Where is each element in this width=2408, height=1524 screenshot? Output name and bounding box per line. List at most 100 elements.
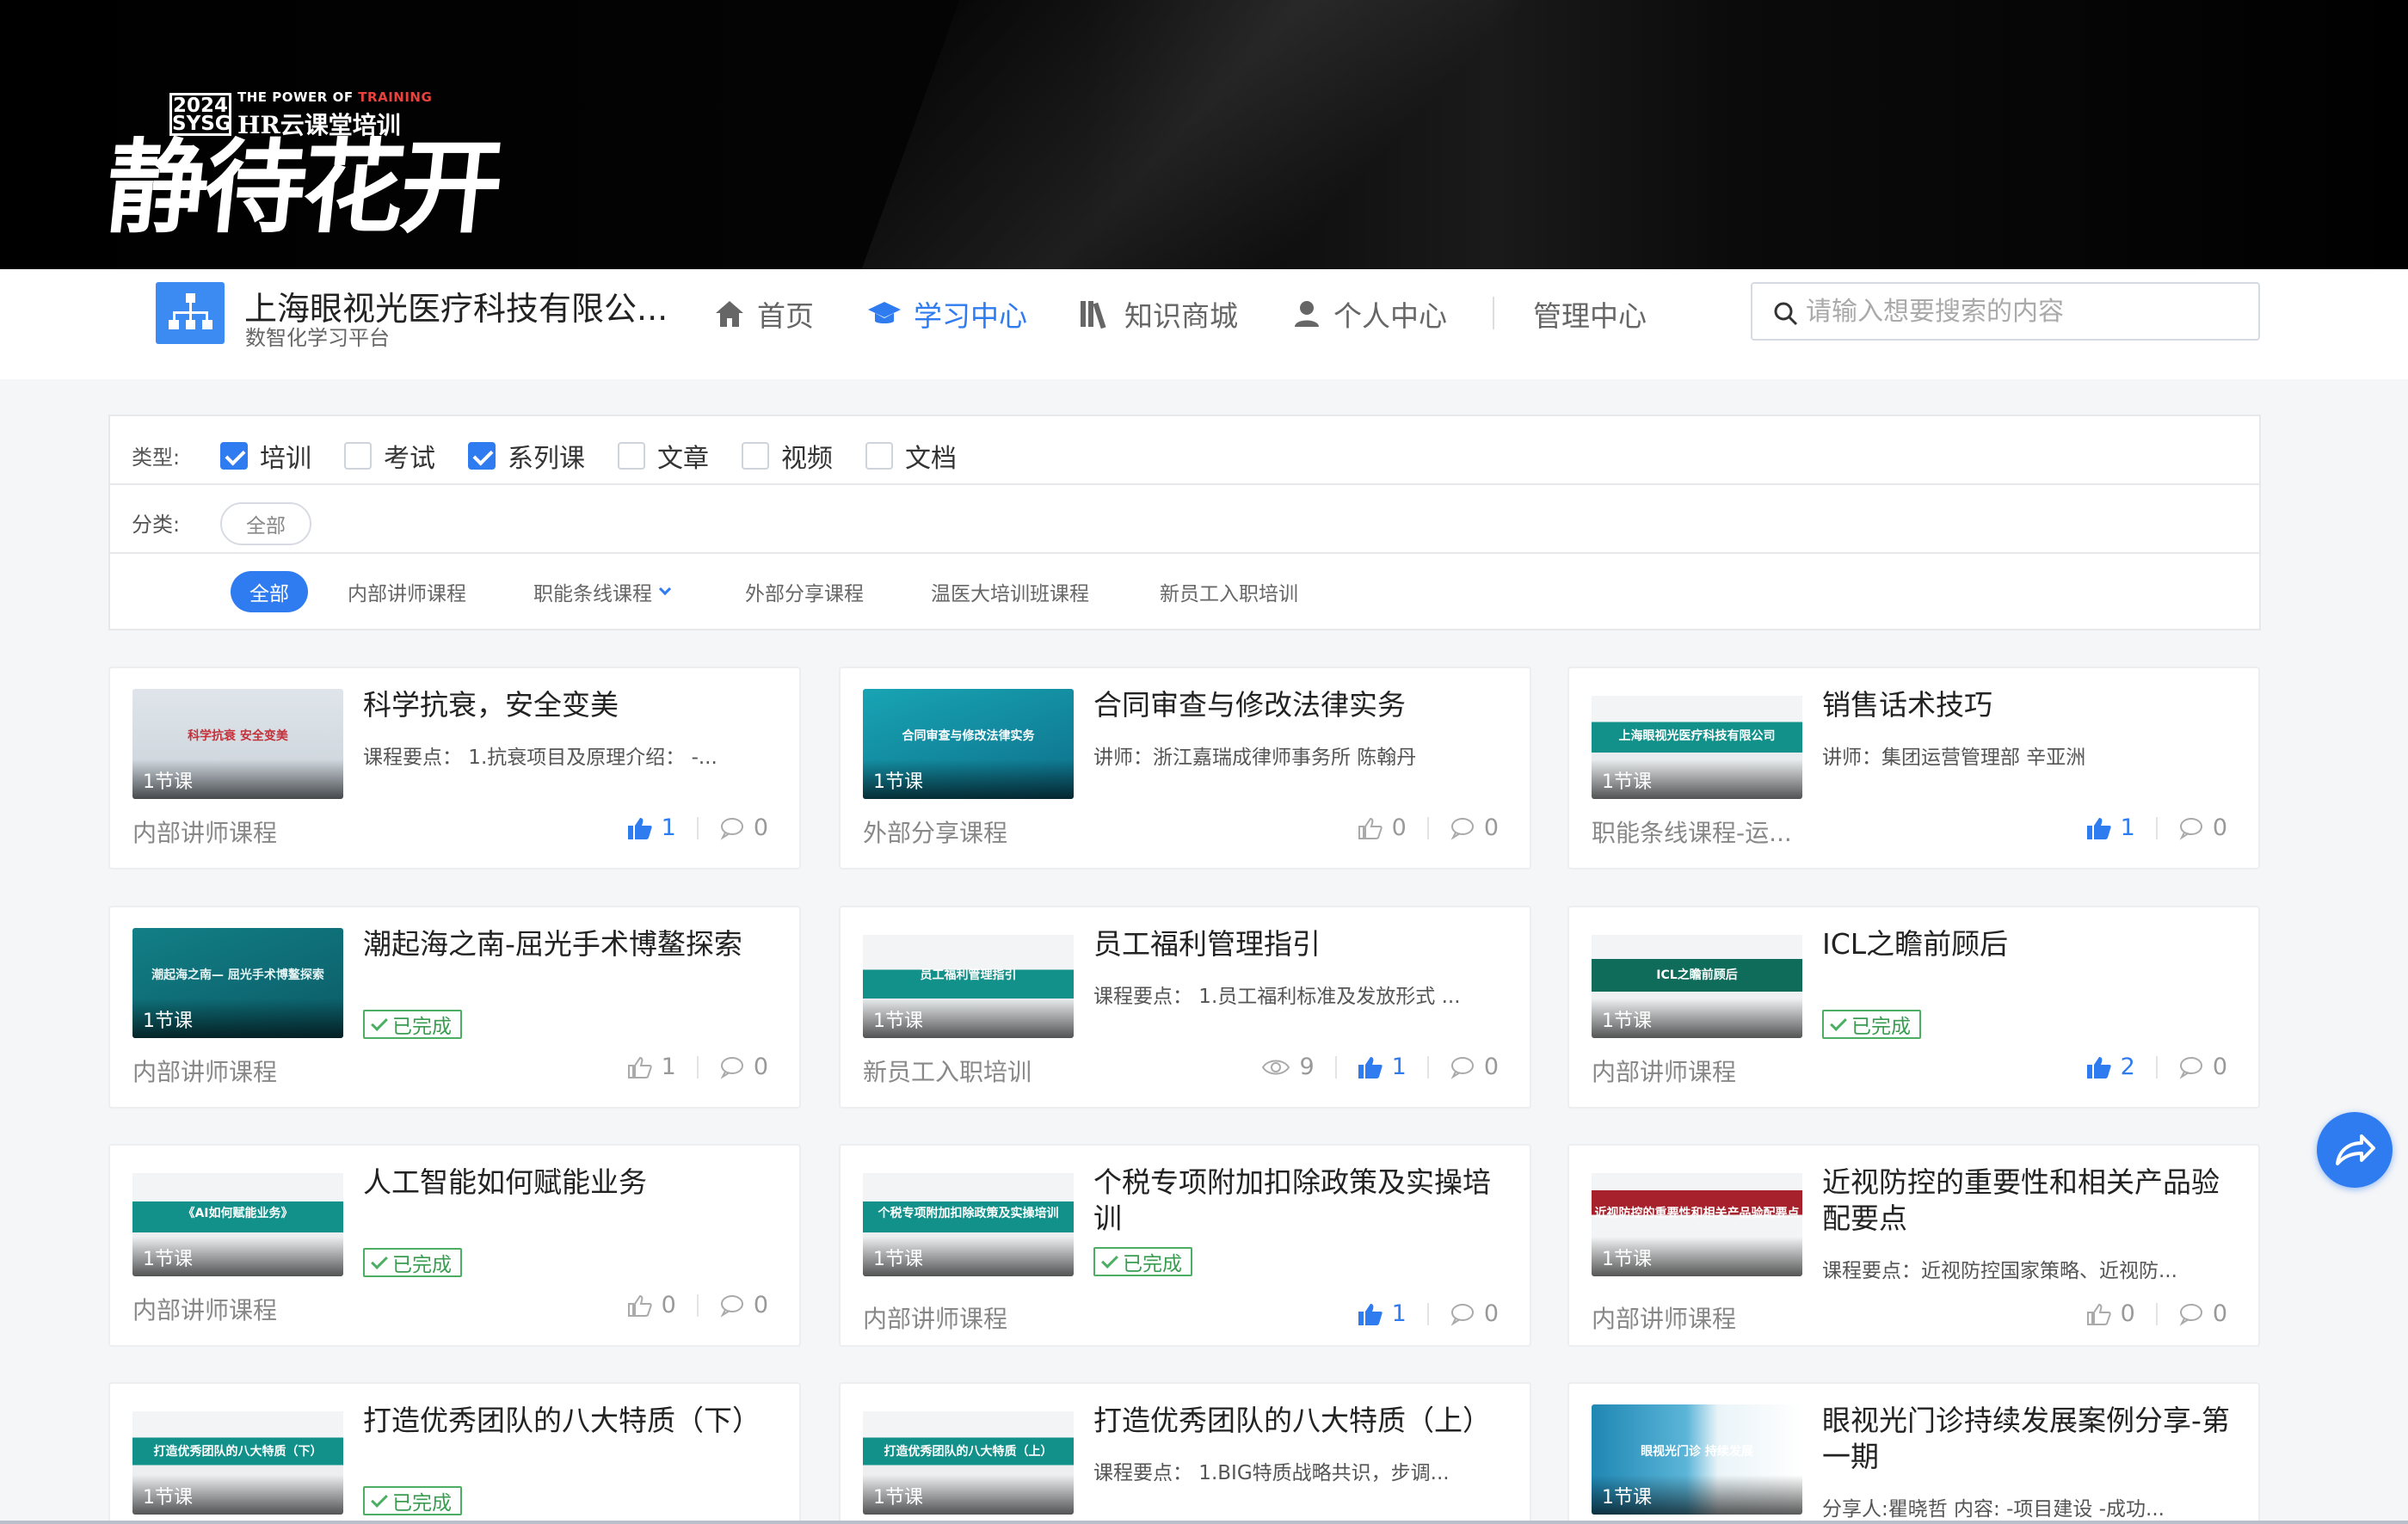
course-title[interactable]: 销售话术技巧 [1822,687,2235,723]
course-title[interactable]: 眼视光门诊持续发展案例分享-第一期 [1822,1403,2235,1475]
course-title[interactable]: 打造优秀团队的八大特质（下） [363,1403,776,1439]
comment-icon[interactable] [2178,816,2204,840]
comment-icon[interactable] [719,1294,745,1318]
thumbs-up-icon[interactable] [627,1055,653,1079]
comment-count[interactable]: 0 [1450,1054,1499,1080]
course-card[interactable]: ICL之瞻前顾后 1节课 ICL之瞻前顾后 已完成 内部讲师课程 2 0 [1567,906,2260,1109]
checkbox-unchecked[interactable] [742,442,769,470]
nav-personal-center[interactable]: 个人中心 [1292,292,1447,335]
like-count[interactable]: 1 [1358,1300,1407,1327]
comment-count[interactable]: 0 [719,814,768,841]
type-checkbox-training[interactable]: 培训 [220,437,311,475]
like-count[interactable]: 0 [1358,814,1407,841]
checkbox-unchecked[interactable] [344,442,372,470]
like-count[interactable]: 0 [627,1292,676,1318]
course-title[interactable]: 合同审查与修改法律实务 [1093,687,1506,723]
thumbs-up-icon[interactable] [1358,1055,1383,1079]
thumbs-up-icon[interactable] [1358,1302,1383,1326]
course-card[interactable]: 潮起海之南— 屈光手术博鳌探索 1节课 潮起海之南-屈光手术博鳌探索 已完成 内部讲师课… [108,906,801,1109]
course-thumbnail[interactable]: 眼视光门诊 持续发展 1节课 [1592,1404,1802,1515]
course-card[interactable]: 个税专项附加扣除政策及实操培训 1节课 个税专项附加扣除政策及实操培训 已完成 内部讲师… [839,1144,1531,1347]
comment-count[interactable]: 0 [2178,814,2227,841]
comment-icon[interactable] [719,816,745,840]
course-thumbnail[interactable]: 员工福利管理指引 1节课 [863,928,1074,1038]
comment-count[interactable]: 0 [2178,1054,2227,1080]
comment-icon[interactable] [1450,816,1475,840]
course-card[interactable]: 员工福利管理指引 1节课 员工福利管理指引 课程要点： 1.员工福利标准及发放形式 .… [839,906,1531,1109]
course-thumbnail[interactable]: 科学抗衰 安全变美 1节课 [132,689,343,799]
comment-count[interactable]: 0 [2178,1300,2227,1327]
nav-learning-center[interactable]: 学习中心 [867,292,1027,335]
comment-count[interactable]: 0 [719,1292,768,1318]
chevron-down-icon[interactable] [658,582,672,596]
subcategory-functional[interactable]: 职能条线课程 [533,571,672,612]
category-all-pill[interactable]: 全部 [220,502,311,545]
thumbs-up-icon[interactable] [627,1294,653,1318]
course-thumbnail[interactable]: 《AI如何赋能业务》 1节课 [132,1166,343,1276]
checkbox-unchecked[interactable] [618,442,645,470]
course-card[interactable]: 科学抗衰 安全变美 1节课 科学抗衰，安全变美 课程要点： 1.抗衰项目及原理介绍： … [108,667,801,870]
type-checkbox-video[interactable]: 视频 [742,437,833,475]
course-thumbnail[interactable]: 打造优秀团队的八大特质（下） 1节课 [132,1404,343,1515]
subcategory-wmu-class[interactable]: 温医大培训班课程 [931,571,1089,612]
course-thumbnail[interactable]: 个税专项附加扣除政策及实操培训 1节课 [863,1166,1074,1276]
like-count[interactable]: 1 [2086,814,2135,841]
course-card[interactable]: 近视防控的重要性和相关产品验配要点 1节课 近视防控的重要性和相关产品验配要点 课程要… [1567,1144,2260,1347]
course-card[interactable]: 上海眼视光医疗科技有限公司 1节课 销售话术技巧 讲师：集团运营管理部 辛亚洲 职能条线… [1567,667,2260,870]
course-thumbnail[interactable]: 合同审查与修改法律实务 1节课 [863,689,1074,799]
subcategory-onboarding[interactable]: 新员工入职培训 [1160,571,1298,612]
like-count[interactable]: 1 [627,814,676,841]
type-checkbox-exam[interactable]: 考试 [344,437,435,475]
nav-management-center[interactable]: 管理中心 [1533,292,1647,335]
share-button[interactable] [2317,1112,2393,1188]
course-card[interactable]: 合同审查与修改法律实务 1节课 合同审查与修改法律实务 讲师：浙江嘉瑞成律师事务所 陈… [839,667,1531,870]
course-title[interactable]: 员工福利管理指引 [1093,926,1506,962]
course-card[interactable]: 打造优秀团队的八大特质（上） 1节课 打造优秀团队的八大特质（上） 课程要点： 1.B… [839,1382,1531,1524]
thumbs-up-icon[interactable] [627,816,653,840]
checkbox-unchecked[interactable] [865,442,893,470]
course-title[interactable]: 个税专项附加扣除政策及实操培训 [1093,1165,1506,1237]
comment-count[interactable]: 0 [1450,814,1499,841]
subcategory-internal[interactable]: 内部讲师课程 [348,571,466,612]
subcategory-external[interactable]: 外部分享课程 [745,571,864,612]
thumbs-up-icon[interactable] [2086,1302,2112,1326]
nav-home[interactable]: 首页 [714,292,814,335]
org-chart-icon[interactable] [156,282,225,344]
like-count[interactable]: 0 [2086,1300,2135,1327]
course-card[interactable]: 《AI如何赋能业务》 1节课 人工智能如何赋能业务 已完成 内部讲师课程 0 0 [108,1144,801,1347]
thumbs-up-icon[interactable] [1358,816,1383,840]
comment-count[interactable]: 0 [719,1054,768,1080]
comment-icon[interactable] [2178,1302,2204,1326]
course-title[interactable]: 近视防控的重要性和相关产品验配要点 [1822,1165,2235,1237]
comment-icon[interactable] [2178,1055,2204,1079]
comment-icon[interactable] [1450,1302,1475,1326]
thumbs-up-icon[interactable] [2086,1055,2112,1079]
subcategory-all[interactable]: 全部 [231,571,308,612]
comment-icon[interactable] [1450,1055,1475,1079]
thumbs-up-icon[interactable] [2086,816,2112,840]
course-card[interactable]: 眼视光门诊 持续发展 1节课 眼视光门诊持续发展案例分享-第一期 分享人:瞿晓哲 内容… [1567,1382,2260,1524]
type-checkbox-document[interactable]: 文档 [865,437,957,475]
course-title[interactable]: 潮起海之南-屈光手术博鳌探索 [363,926,776,962]
search-input[interactable] [1806,292,2245,330]
like-count[interactable]: 1 [627,1054,676,1080]
comment-icon[interactable] [719,1055,745,1079]
nav-knowledge-mall[interactable]: 知识商城 [1080,292,1238,335]
type-checkbox-article[interactable]: 文章 [618,437,709,475]
course-thumbnail[interactable]: ICL之瞻前顾后 1节课 [1592,928,1802,1038]
type-checkbox-series[interactable]: 系列课 [468,437,585,475]
comment-count[interactable]: 0 [1450,1300,1499,1327]
course-title[interactable]: ICL之瞻前顾后 [1822,926,2235,962]
course-title[interactable]: 科学抗衰，安全变美 [363,687,776,723]
checkbox-checked[interactable] [468,442,496,470]
checkbox-checked[interactable] [220,442,248,470]
course-thumbnail[interactable]: 打造优秀团队的八大特质（上） 1节课 [863,1404,1074,1515]
course-title[interactable]: 人工智能如何赋能业务 [363,1165,776,1201]
course-card[interactable]: 打造优秀团队的八大特质（下） 1节课 打造优秀团队的八大特质（下） 已完成 [108,1382,801,1524]
search-box[interactable] [1751,282,2260,341]
course-thumbnail[interactable]: 近视防控的重要性和相关产品验配要点 1节课 [1592,1166,1802,1276]
course-title[interactable]: 打造优秀团队的八大特质（上） [1093,1403,1506,1439]
like-count[interactable]: 1 [1358,1054,1407,1080]
search-icon[interactable] [1773,301,1799,327]
course-thumbnail[interactable]: 上海眼视光医疗科技有限公司 1节课 [1592,689,1802,799]
